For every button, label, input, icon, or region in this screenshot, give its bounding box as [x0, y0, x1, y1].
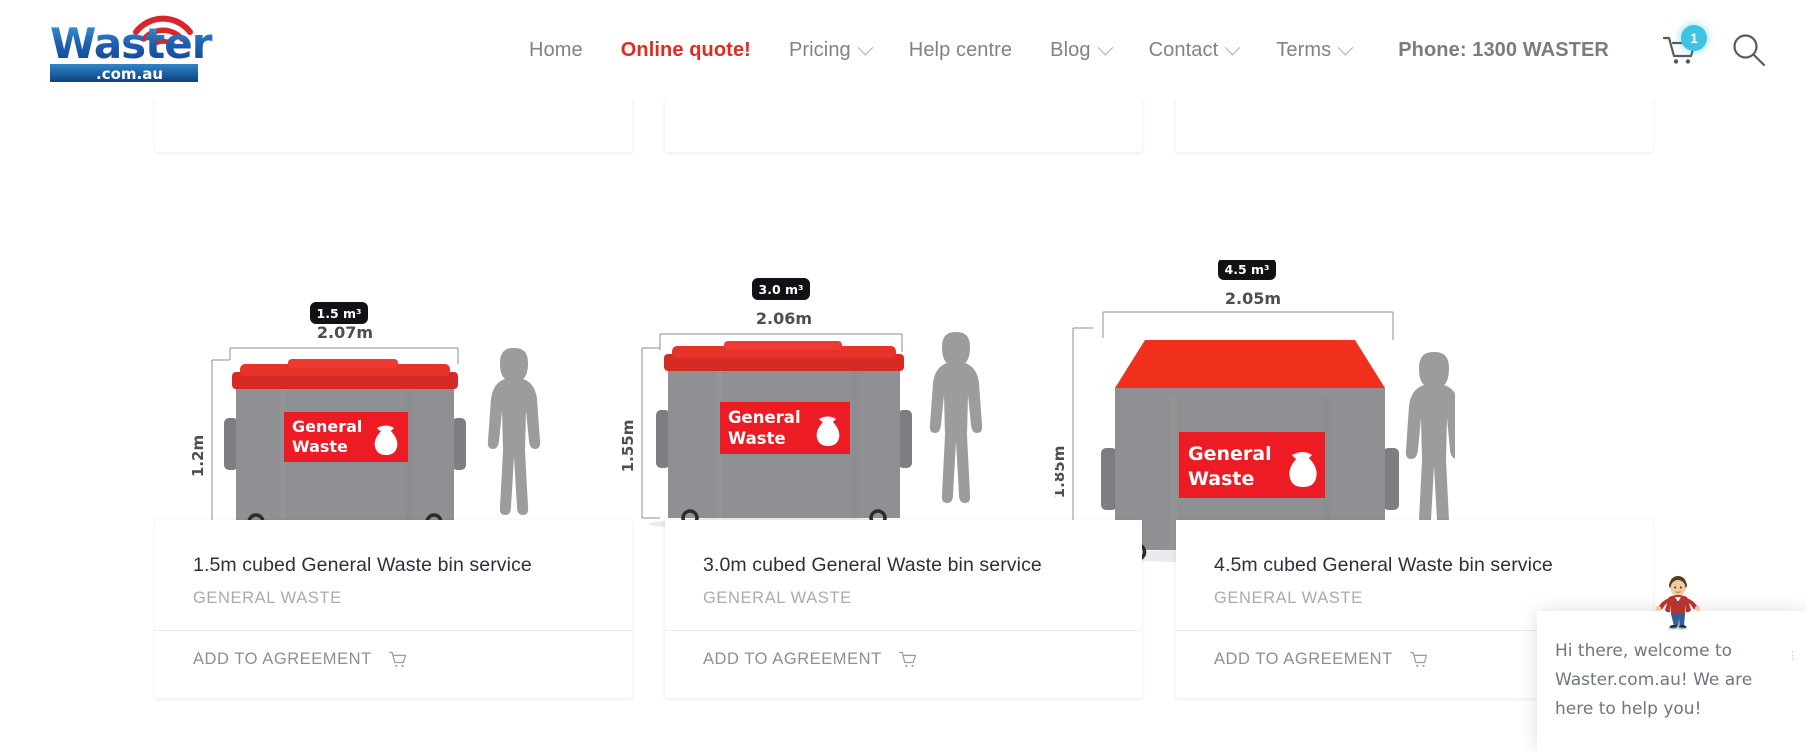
product-card[interactable]: 1.5m cubed General Waste bin service GEN… [155, 520, 632, 698]
cart-button[interactable]: 1 [1660, 25, 1707, 70]
card-footer: ADD TO AGREEMENT [665, 630, 1142, 688]
nav-phone-label: Phone: 1300 WASTER [1398, 38, 1609, 61]
nav-label: Online quote! [620, 38, 751, 61]
nav-label: Pricing [788, 38, 851, 61]
bin-panel-line1: General [728, 408, 801, 427]
chevron-down-icon [1337, 39, 1354, 55]
cart-count-badge: 1 [1681, 25, 1707, 51]
bin-width-label: 2.06m [756, 309, 812, 328]
search-button[interactable] [1730, 31, 1768, 69]
svg-text:Waster: Waster [50, 19, 213, 68]
product-category: GENERAL WASTE [193, 589, 342, 607]
nav-label: Contact [1148, 38, 1219, 61]
card-body: 3.0m cubed General Waste bin service GEN… [665, 520, 1142, 608]
bin-panel-line2: Waste [1188, 468, 1254, 490]
bin-3000l-diagram-icon: 3.0 m³ 2.06m 1.55m General Waste [619, 278, 983, 531]
waster-logo-icon: Waster .com.au [50, 15, 214, 83]
product-title[interactable]: 4.5m cubed General Waste bin service [1214, 554, 1615, 577]
product-title[interactable]: 1.5m cubed General Waste bin service [193, 554, 594, 577]
bin-1500l-diagram-icon: 1.5 m³ 2.07m 1.2m General Waste [189, 302, 541, 535]
site-logo[interactable]: Waster .com.au [48, 6, 238, 88]
add-to-agreement-button[interactable]: ADD TO AGREEMENT [193, 650, 372, 669]
cart-icon[interactable] [1409, 650, 1429, 670]
nav-item-phone[interactable]: Phone: 1300 WASTER [1370, 39, 1628, 62]
bin-height-label: 1.85m [1055, 446, 1068, 499]
cart-icon[interactable] [388, 650, 408, 670]
bin-width-label: 2.05m [1225, 289, 1281, 308]
add-to-agreement-button[interactable]: ADD TO AGREEMENT [703, 650, 882, 669]
nav-label: Blog [1050, 38, 1091, 61]
nav-item-online-quote[interactable]: Online quote! [602, 39, 770, 62]
search-icon [1733, 34, 1766, 67]
cart-icon[interactable] [898, 650, 918, 670]
chevron-down-icon [1097, 39, 1113, 55]
chat-agent-avatar-icon [1655, 576, 1701, 631]
bin-panel-line1: General [1188, 443, 1272, 465]
card-footer: ADD TO AGREEMENT [155, 630, 632, 688]
bin-volume-badge: 4.5 m³ [1225, 262, 1270, 277]
chat-widget[interactable]: Hi there, welcome to Waster.com.au! We a… [1537, 611, 1806, 752]
bin-volume-badge: 1.5 m³ [317, 306, 362, 321]
main-navigation: Home Online quote! Pricing Help centre B… [510, 0, 1628, 100]
nav-item-terms[interactable]: Terms [1257, 39, 1370, 62]
header-icon-group: 1 [1660, 0, 1768, 100]
card-body: 1.5m cubed General Waste bin service GEN… [155, 520, 632, 608]
nav-item-pricing[interactable]: Pricing [770, 39, 890, 62]
product-category: GENERAL WASTE [1214, 589, 1363, 607]
card-body: 4.5m cubed General Waste bin service GEN… [1176, 520, 1653, 608]
nav-label: Terms [1276, 38, 1332, 61]
person-scale-silhouette-icon [487, 348, 541, 515]
nav-item-home[interactable]: Home [510, 39, 602, 62]
product-title[interactable]: 3.0m cubed General Waste bin service [703, 554, 1104, 577]
chat-menu-dots-icon[interactable]: ⋮ [1787, 651, 1799, 662]
add-to-agreement-button[interactable]: ADD TO AGREEMENT [1214, 650, 1393, 669]
bin-height-label: 1.2m [189, 435, 207, 477]
bin-volume-badge: 3.0 m³ [759, 282, 804, 297]
nav-item-contact[interactable]: Contact [1130, 39, 1258, 62]
chevron-down-icon [1224, 39, 1241, 55]
product-category: GENERAL WASTE [703, 589, 852, 607]
nav-label: Home [529, 38, 583, 61]
bin-panel-line2: Waste [728, 429, 786, 448]
site-header: Waster .com.au Home Online quote! Pricin… [0, 0, 1806, 100]
chat-agent-avatar[interactable] [1652, 572, 1704, 631]
product-card[interactable]: 3.0m cubed General Waste bin service GEN… [665, 520, 1142, 698]
person-scale-silhouette-icon [929, 332, 983, 503]
svg-text:.com.au: .com.au [96, 65, 163, 83]
bin-panel-line1: General [292, 417, 362, 436]
nav-item-blog[interactable]: Blog [1031, 39, 1129, 62]
person-scale-silhouette-icon [1405, 352, 1463, 529]
bin-height-label: 1.55m [619, 420, 637, 473]
chevron-down-icon [857, 39, 874, 55]
nav-item-help-centre[interactable]: Help centre [890, 39, 1031, 62]
bin-panel-line2: Waste [292, 437, 348, 456]
product-grid: ADD TO AGREEMENT ADD TO AGREEMENT [0, 40, 1806, 752]
bin-width-label: 2.07m [317, 323, 373, 342]
nav-label: Help centre [908, 38, 1013, 61]
